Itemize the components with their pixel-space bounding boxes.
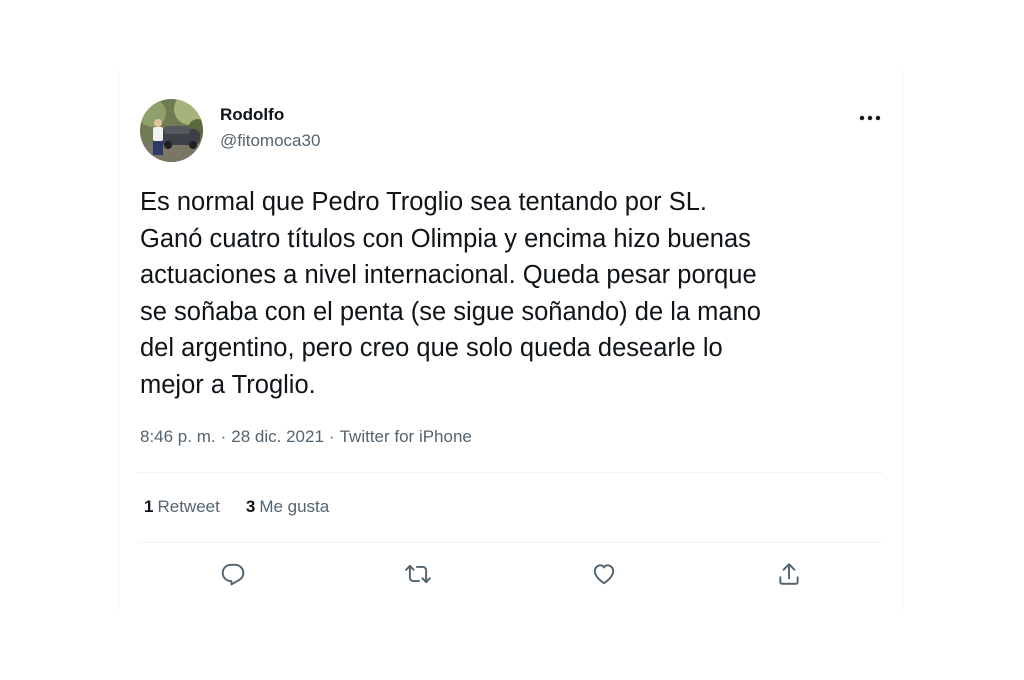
like-stat[interactable]: 3 Me gusta <box>246 497 329 517</box>
retweet-stat-label: Retweet <box>157 497 220 516</box>
avatar[interactable] <box>140 99 203 162</box>
reply-icon <box>221 563 245 586</box>
tweet-text: Es normal que Pedro Troglio sea tentando… <box>140 188 761 399</box>
like-stat-label: Me gusta <box>259 497 330 516</box>
retweet-icon <box>405 564 431 584</box>
share-button[interactable] <box>772 557 806 591</box>
like-button[interactable] <box>587 557 621 591</box>
more-horizontal-icon <box>859 115 881 121</box>
more-options-button[interactable] <box>853 104 887 132</box>
meta-separator: · <box>328 427 335 446</box>
engagement-stats: 1 Retweet 3 Me gusta <box>144 497 329 517</box>
retweet-stat[interactable]: 1 Retweet <box>144 497 220 517</box>
retweet-button[interactable] <box>401 557 435 591</box>
tweet-card: Rodolfo @fitomoca30 Es normal que Pedro … <box>118 70 903 610</box>
tweet-date[interactable]: 28 dic. 2021 <box>231 427 324 446</box>
tweet-time[interactable]: 8:46 p. m. <box>140 427 216 446</box>
divider <box>138 472 883 473</box>
avatar-photo <box>140 99 203 162</box>
display-name[interactable]: Rodolfo <box>220 105 284 125</box>
share-icon <box>779 563 799 585</box>
tweet-metadata: 8:46 p. m. · 28 dic. 2021 · Twitter for iPho… <box>140 427 472 447</box>
user-handle[interactable]: @fitomoca30 <box>220 131 320 151</box>
retweet-count: 1 <box>144 497 154 516</box>
divider <box>138 542 883 543</box>
tweet-source[interactable]: Twitter for iPhone <box>340 427 472 446</box>
like-count: 3 <box>245 497 256 516</box>
meta-separator: · <box>220 427 227 446</box>
reply-button[interactable] <box>216 557 250 591</box>
heart-icon <box>593 564 615 585</box>
